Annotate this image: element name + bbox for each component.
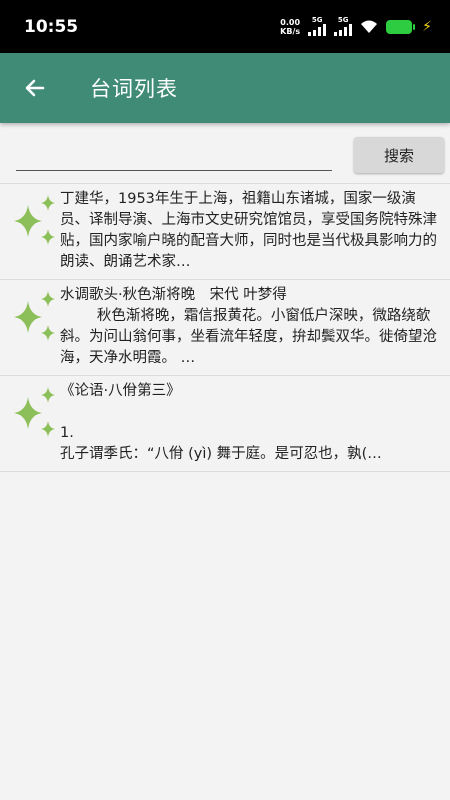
app-bar: 台词列表 [0, 53, 450, 123]
sparkle-icon [14, 291, 55, 341]
network-speed: 0.00 KB/s [280, 18, 300, 36]
network-speed-unit: KB/s [280, 26, 301, 36]
charging-icon: ⚡ [422, 18, 432, 35]
status-indicators: 0.00 KB/s 5G 5G ⚡ [280, 17, 432, 36]
network-speed-value: 0.00 [280, 17, 301, 27]
list-item-text: 《论语·八佾第三》 1. 孔子谓季氏：“八佾 (yì) 舞于庭。是可忍也，孰(… [60, 383, 382, 462]
wifi-icon [361, 20, 378, 33]
status-bar: 10:55 0.00 KB/s 5G 5G ⚡ [0, 0, 450, 53]
list-item[interactable]: 丁建华，1953年生于上海，祖籍山东诸城，国家一级演员、译制导演、上海市文史研究… [0, 184, 450, 280]
search-input[interactable] [16, 141, 332, 171]
list-item-text: 水调歌头·秋色渐将晚 宋代 叶梦得 秋色渐将晚，霜信报黄花。小窗低户深映，微路绕… [60, 287, 437, 366]
signal-label-1: 5G [311, 16, 323, 24]
list-item[interactable]: 水调歌头·秋色渐将晚 宋代 叶梦得 秋色渐将晚，霜信报黄花。小窗低户深映，微路绕… [0, 280, 450, 376]
sparkle-icon [14, 387, 55, 437]
back-button[interactable] [20, 73, 50, 103]
signal-icon-1: 5G [308, 16, 327, 36]
battery-icon [386, 19, 416, 34]
page-title: 台词列表 [90, 77, 178, 101]
line-list: 丁建华，1953年生于上海，祖籍山东诸城，国家一级演员、译制导演、上海市文史研究… [0, 183, 450, 472]
search-bar: 搜索 [0, 123, 450, 183]
signal-icon-2: 5G [334, 16, 353, 36]
list-item-text: 丁建华，1953年生于上海，祖籍山东诸城，国家一级演员、译制导演、上海市文史研究… [60, 191, 437, 270]
list-item[interactable]: 《论语·八佾第三》 1. 孔子谓季氏：“八佾 (yì) 舞于庭。是可忍也，孰(… [0, 376, 450, 472]
arrow-left-icon [25, 79, 45, 97]
search-button[interactable]: 搜索 [354, 137, 444, 173]
signal-label-2: 5G [337, 16, 349, 24]
status-time: 10:55 [24, 16, 79, 37]
sparkle-icon [14, 195, 55, 245]
